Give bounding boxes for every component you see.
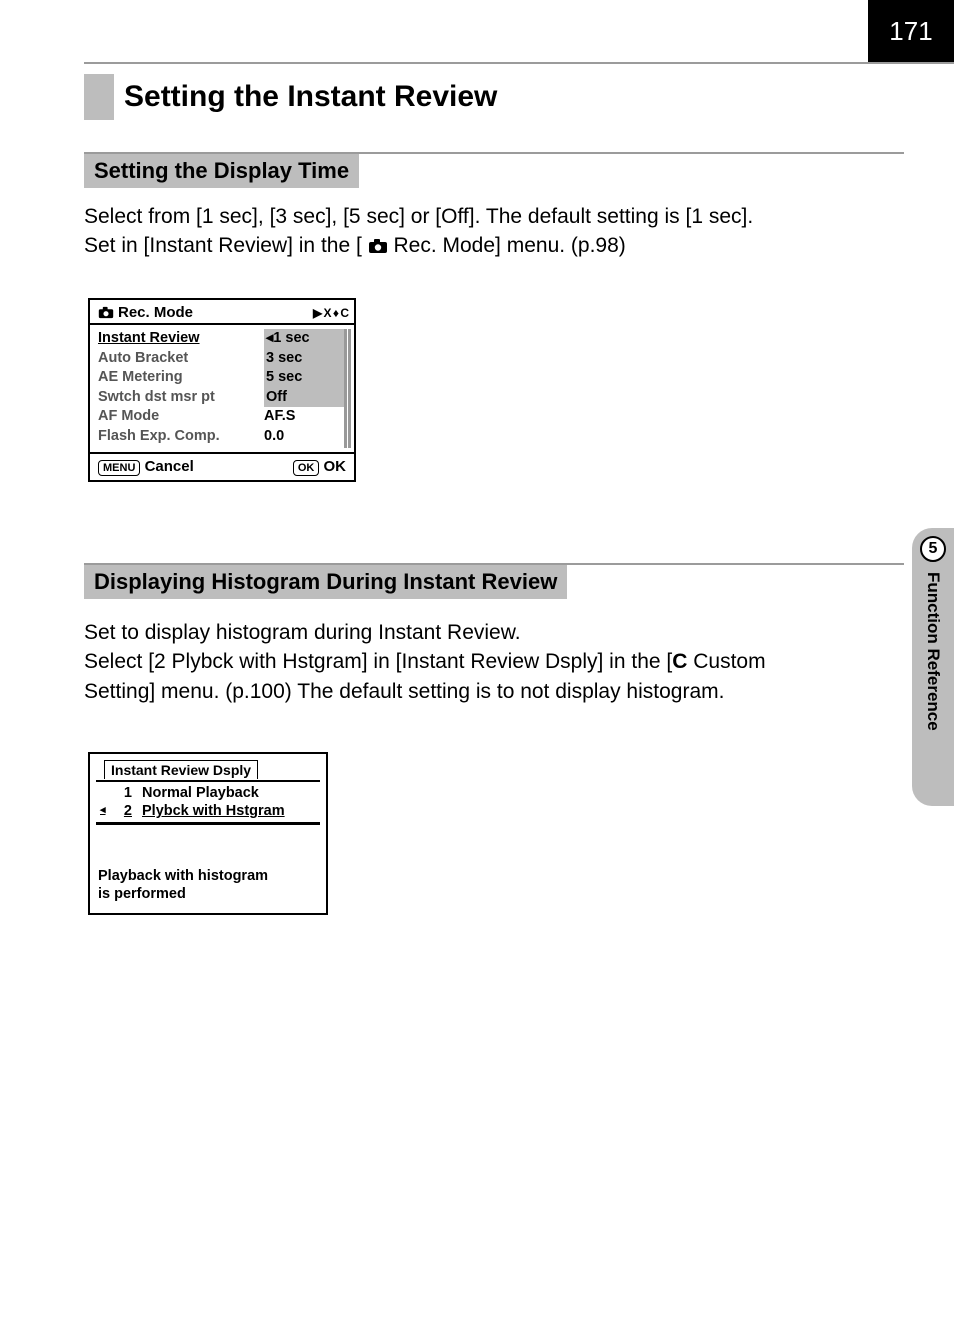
lcd-instant-review-dsply: Instant Review Dsply 1 Normal Playback ◂…: [88, 752, 328, 915]
option-help-text: Playback with histogram is performed: [96, 824, 320, 903]
option-number: 1: [118, 785, 132, 801]
menu-row-flash-exp[interactable]: Flash Exp. Comp. 0.0: [98, 427, 344, 447]
menu-value: ◂1 sec: [264, 329, 344, 349]
lcd-body: Instant Review ◂1 sec Auto Bracket 3 sec…: [90, 325, 354, 452]
blank-caret: [100, 785, 108, 801]
help-line: is performed: [98, 886, 186, 902]
main-title-row: Setting the Instant Review: [84, 74, 904, 120]
caret-left-icon: ◂: [100, 803, 108, 819]
section-heading: Setting the Display Time: [84, 154, 359, 188]
para-line: Set in [Instant Review] in the [: [84, 234, 362, 257]
section-heading: Displaying Histogram During Instant Revi…: [84, 565, 567, 599]
ok-button[interactable]: OK OK: [293, 458, 346, 476]
menu-value: 5 sec: [264, 368, 344, 388]
page-number: 171: [868, 0, 954, 62]
lcd-footer: MENU Cancel OK OK: [90, 452, 354, 480]
help-line: Playback with histogram: [98, 868, 268, 884]
menu-pill-icon: MENU: [98, 460, 140, 476]
para-line: Select from [1 sec], [3 sec], [5 sec] or…: [84, 205, 753, 228]
para-line: Select [2 Plybck with Hstgram] in [Insta…: [84, 650, 672, 673]
menu-tab-icons: ▶ X ♦ C: [313, 306, 348, 320]
option-label: Plybck with Hstgram: [142, 803, 285, 819]
page-number-text: 171: [889, 16, 932, 47]
section-display-time: Setting the Display Time: [84, 152, 904, 188]
custom-glyph: C: [672, 650, 687, 673]
ok-pill-icon: OK: [293, 460, 320, 476]
para-line: Rec. Mode] menu. (p.98): [394, 234, 626, 257]
menu-row-swtch-dst[interactable]: Swtch dst msr pt Off: [98, 388, 344, 408]
top-divider: [84, 62, 954, 64]
option-number: 2: [118, 803, 132, 819]
menu-label: Flash Exp. Comp.: [98, 427, 250, 447]
camera-icon: [98, 304, 114, 321]
ok-label: OK: [324, 458, 347, 475]
chapter-number-badge: 5: [920, 536, 946, 562]
menu-row-instant-review[interactable]: Instant Review ◂1 sec: [98, 329, 344, 349]
lcd-header: Rec. Mode ▶ X ♦ C: [90, 300, 354, 325]
page-title: Setting the Instant Review: [124, 80, 497, 114]
menu-row-af-mode[interactable]: AF Mode AF.S: [98, 407, 344, 427]
menu-label: Swtch dst msr pt: [98, 388, 250, 408]
chapter-tab: 5 Function Reference: [912, 528, 954, 806]
section-histogram: Displaying Histogram During Instant Revi…: [84, 563, 904, 599]
lcd-tab-title: Instant Review Dsply: [104, 760, 258, 779]
menu-label: Instant Review: [98, 329, 250, 349]
menu-label: AF Mode: [98, 407, 250, 427]
lcd-rec-mode-menu: Rec. Mode ▶ X ♦ C Instant Review ◂1 sec …: [88, 298, 356, 482]
histogram-paragraph: Set to display histogram during Instant …: [84, 618, 882, 706]
camera-icon: [368, 231, 388, 260]
menu-label: AE Metering: [98, 368, 250, 388]
para-line: Set to display histogram during Instant …: [84, 621, 521, 644]
menu-label: Auto Bracket: [98, 349, 250, 369]
menu-value: 3 sec: [264, 349, 344, 369]
menu-value: AF.S: [264, 407, 344, 427]
para-line: Custom: [687, 650, 765, 673]
menu-row-ae-metering[interactable]: AE Metering 5 sec: [98, 368, 344, 388]
cancel-label: Cancel: [145, 458, 194, 475]
para-line: Setting] menu. (p.100) The default setti…: [84, 680, 724, 703]
chapter-number: 5: [929, 540, 938, 558]
display-time-paragraph: Select from [1 sec], [3 sec], [5 sec] or…: [84, 202, 882, 261]
option-list: 1 Normal Playback ◂ 2 Plybck with Hstgra…: [96, 780, 320, 824]
title-accent-bar: [84, 74, 114, 120]
menu-row-auto-bracket[interactable]: Auto Bracket 3 sec: [98, 349, 344, 369]
cancel-button[interactable]: MENU Cancel: [98, 458, 194, 476]
option-plybck-with-hstgram[interactable]: ◂ 2 Plybck with Hstgram: [96, 802, 320, 820]
chapter-label: Function Reference: [923, 572, 943, 731]
scroll-indicator: [344, 329, 352, 448]
menu-value: 0.0: [264, 427, 344, 447]
lcd-title: Rec. Mode: [118, 304, 193, 321]
option-normal-playback[interactable]: 1 Normal Playback: [96, 784, 320, 802]
menu-value: Off: [264, 388, 344, 408]
option-label: Normal Playback: [142, 785, 259, 801]
